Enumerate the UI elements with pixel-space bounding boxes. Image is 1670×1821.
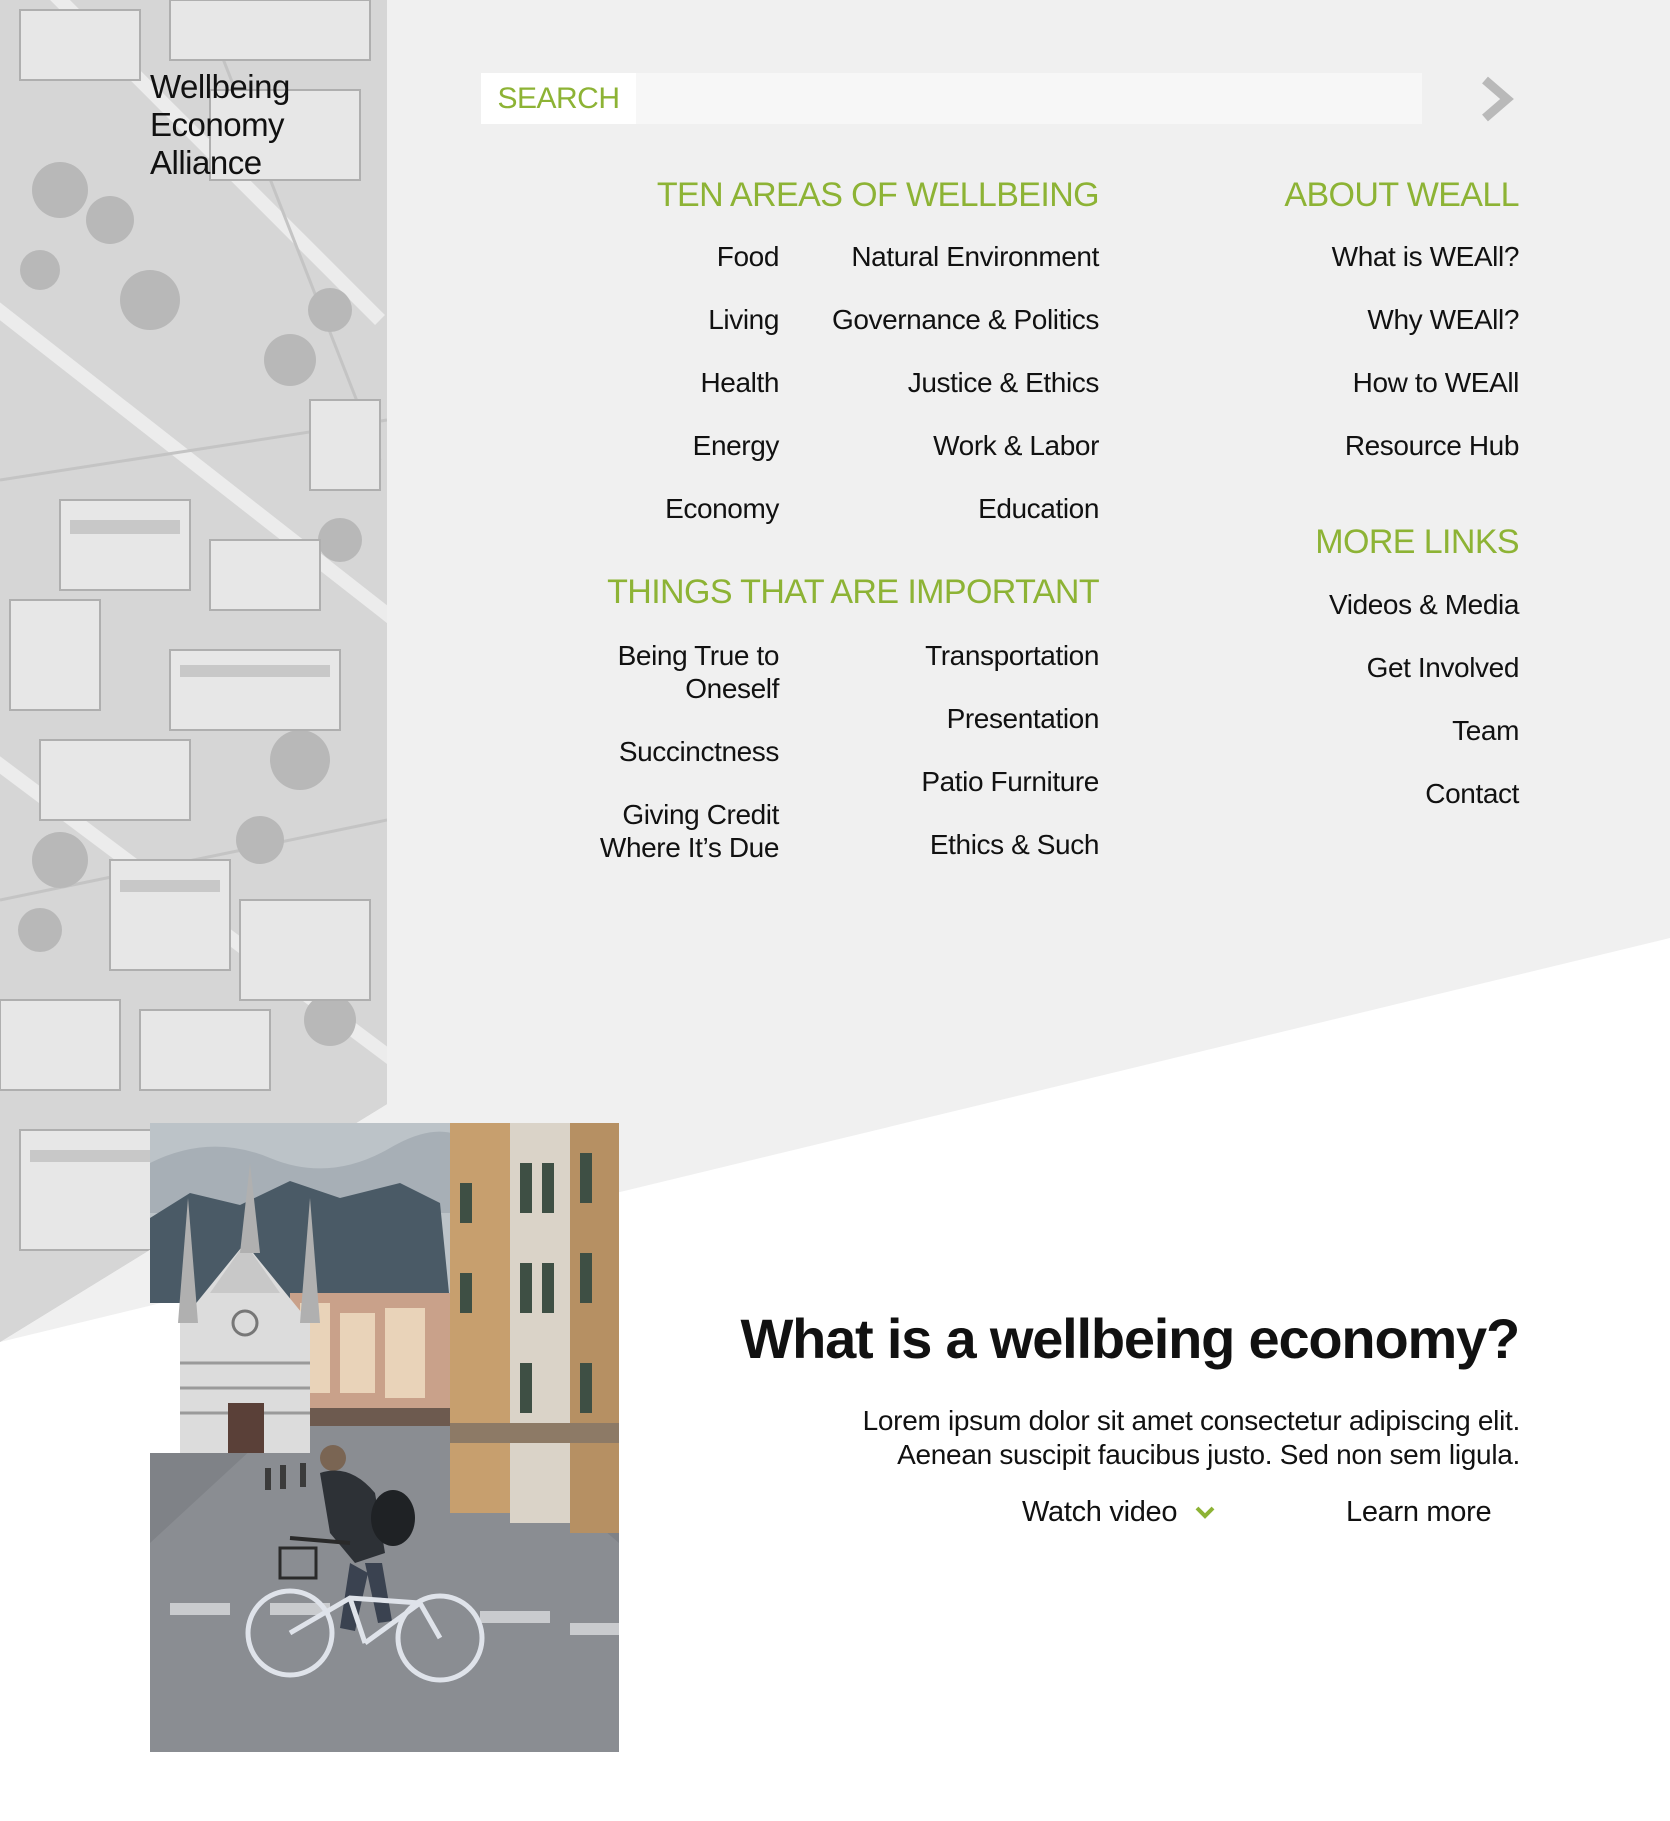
menu-link-energy[interactable]: Energy xyxy=(665,429,780,462)
learn-more-link[interactable]: Learn more xyxy=(1346,1495,1492,1529)
hero-body-line: Lorem ipsum dolor sit amet consectetur a… xyxy=(862,1405,1521,1436)
menu-link-living[interactable]: Living xyxy=(665,303,779,336)
menu-link-contact[interactable]: Contact xyxy=(1329,777,1519,810)
chevron-right-icon[interactable] xyxy=(1477,76,1517,122)
hero-body: Lorem ipsum dolor sit amet consectetur a… xyxy=(760,1404,1521,1472)
more-links-heading: MORE LINKS xyxy=(1315,523,1519,561)
hero-title: What is a wellbeing economy? xyxy=(740,1307,1520,1370)
menu-link-videos-media[interactable]: Videos & Media xyxy=(1329,588,1519,621)
ten-areas-heading: TEN AREAS OF WELLBEING xyxy=(656,176,1100,214)
menu-link-education[interactable]: Education xyxy=(832,492,1099,525)
logo-line: Alliance xyxy=(150,144,262,181)
menu-link-justice-ethics[interactable]: Justice & Ethics xyxy=(832,366,1100,399)
street-cyclist-photo xyxy=(150,1123,619,1752)
menu-link-transportation[interactable]: Transportation xyxy=(921,639,1099,672)
menu-link-ethics-such[interactable]: Ethics & Such xyxy=(921,828,1100,861)
important-column-right: Transportation Presentation Patio Furnit… xyxy=(921,639,1099,861)
menu-link-health[interactable]: Health xyxy=(665,366,779,399)
search-bar: SEARCH xyxy=(481,73,1422,124)
important-heading: THINGS THAT ARE IMPORTANT xyxy=(607,573,1100,611)
menu-link-governance-politics[interactable]: Governance & Politics xyxy=(832,303,1099,336)
menu-link-food[interactable]: Food xyxy=(665,240,780,273)
hero-body-line: Aenean suscipit faucibus justo. Sed non … xyxy=(897,1439,1520,1470)
logo-line: Wellbeing xyxy=(150,68,290,105)
menu-link-natural-environment[interactable]: Natural Environment xyxy=(832,240,1099,273)
menu-link-resource-hub[interactable]: Resource Hub xyxy=(1332,429,1520,462)
chevron-down-icon xyxy=(1195,1494,1215,1528)
menu-link-patio-furniture[interactable]: Patio Furniture xyxy=(921,765,1099,798)
about-heading: ABOUT WEALL xyxy=(1284,176,1519,214)
ten-areas-column-right: Natural Environment Governance & Politic… xyxy=(832,240,1099,525)
site-logo[interactable]: Wellbeing Economy Alliance xyxy=(150,68,290,182)
important-column-left: Being True to Oneself Succinctness Givin… xyxy=(559,639,779,864)
search-input[interactable] xyxy=(636,73,1422,124)
search-label: SEARCH xyxy=(481,73,636,124)
menu-link-team[interactable]: Team xyxy=(1329,714,1519,747)
watch-video-label: Watch video xyxy=(1022,1496,1178,1528)
more-links-column: Videos & Media Get Involved Team Contact xyxy=(1329,588,1519,810)
menu-link-presentation[interactable]: Presentation xyxy=(921,702,1100,735)
menu-link-economy[interactable]: Economy xyxy=(665,492,779,525)
menu-link-giving-credit[interactable]: Giving Credit Where It’s Due xyxy=(559,798,779,864)
watch-video-link[interactable]: Watch video xyxy=(1022,1495,1215,1529)
menu-link-being-true[interactable]: Being True to Oneself xyxy=(559,639,780,705)
menu-link-get-involved[interactable]: Get Involved xyxy=(1329,651,1520,684)
menu-link-why-weall[interactable]: Why WEAll? xyxy=(1332,303,1519,336)
menu-link-what-is-weall[interactable]: What is WEAll? xyxy=(1332,240,1520,273)
menu-link-work-labor[interactable]: Work & Labor xyxy=(832,429,1099,462)
ten-areas-column-left: Food Living Health Energy Economy xyxy=(665,240,779,525)
about-column: What is WEAll? Why WEAll? How to WEAll R… xyxy=(1332,240,1520,462)
logo-line: Economy xyxy=(150,106,285,143)
menu-link-succinctness[interactable]: Succinctness xyxy=(559,735,780,768)
menu-link-how-to-weall[interactable]: How to WEAll xyxy=(1332,366,1520,399)
